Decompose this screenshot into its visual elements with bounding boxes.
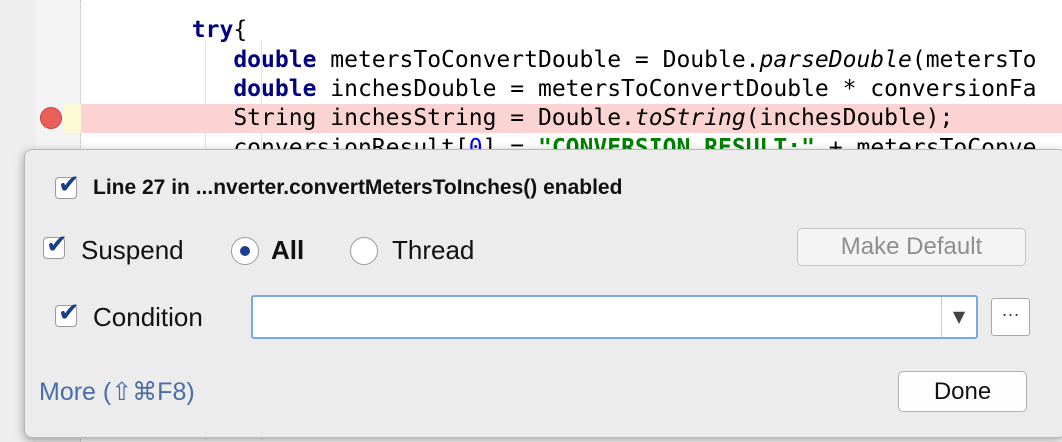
- code-line-breakpoint[interactable]: String inchesString = Double.toString(in…: [81, 104, 1062, 133]
- make-default-button[interactable]: Make Default: [797, 228, 1026, 266]
- code-token: double: [233, 47, 317, 73]
- check-icon: ✔: [46, 230, 68, 260]
- radio-all-label: All: [271, 235, 305, 265]
- check-icon: ✔: [58, 298, 80, 328]
- code-token: parseDouble: [759, 47, 912, 73]
- code-token: {: [233, 17, 248, 43]
- code-token: toString: [634, 105, 746, 131]
- suspend-label: Suspend: [81, 235, 184, 265]
- code-token: (metersTo: [911, 47, 1037, 73]
- chevron-down-icon[interactable]: ▼: [941, 297, 976, 337]
- done-button[interactable]: Done: [898, 371, 1027, 412]
- code-token: try: [191, 17, 234, 43]
- code-line[interactable]: double metersToConvertDouble = Double.pa…: [81, 46, 1062, 75]
- radio-thread[interactable]: [350, 237, 378, 265]
- breakpoint-settings-popup: ✔ Line 27 in ...nverter.convertMetersToI…: [24, 149, 1062, 438]
- condition-checkbox[interactable]: ✔: [55, 300, 80, 327]
- code-token: (inchesDouble);: [745, 105, 954, 131]
- condition-combobox[interactable]: ▼: [251, 295, 978, 339]
- condition-label: Condition: [93, 302, 203, 332]
- code-line[interactable]: double inchesDouble = metersToConvertDou…: [81, 75, 1062, 104]
- check-icon: ✔: [58, 170, 80, 200]
- code-line[interactable]: try{: [81, 16, 1062, 45]
- suspend-checkbox[interactable]: ✔: [43, 232, 68, 259]
- enabled-checkbox[interactable]: ✔: [55, 172, 80, 199]
- code-token: metersToConvertDouble = Double.: [316, 47, 760, 73]
- breakpoint-icon[interactable]: [40, 107, 62, 129]
- breakpoint-title: Line 27 in ...nverter.convertMetersToInc…: [93, 176, 623, 199]
- code-token: inchesDouble = metersToConvertDouble * c…: [316, 76, 1037, 102]
- code-token: String inchesString = Double.: [81, 105, 635, 131]
- radio-all[interactable]: [231, 237, 259, 265]
- expand-editor-button[interactable]: ···: [991, 298, 1030, 336]
- code-token: double: [233, 76, 317, 102]
- more-link[interactable]: More (⇧⌘F8): [39, 377, 195, 407]
- radio-thread-label: Thread: [392, 235, 475, 265]
